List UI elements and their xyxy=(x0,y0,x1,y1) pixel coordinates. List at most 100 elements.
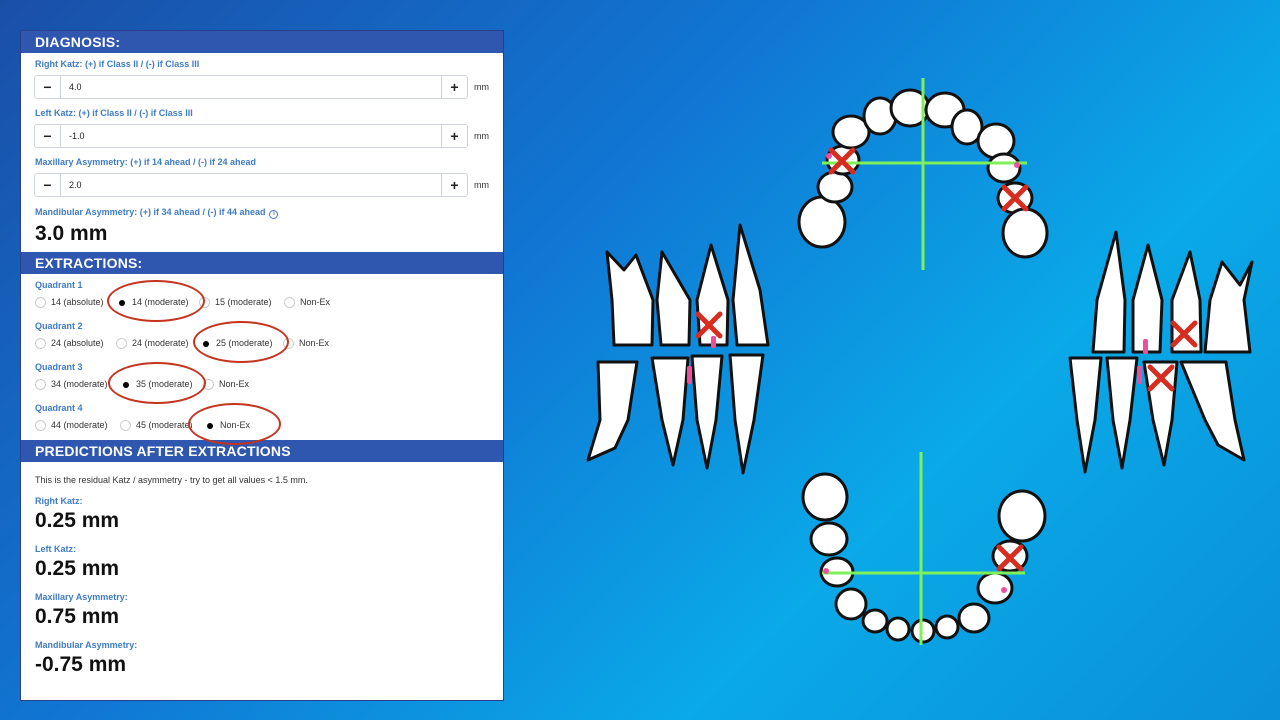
left-katz-input[interactable]: -1.0 xyxy=(69,125,85,147)
right-katz-decrement-button[interactable]: − xyxy=(35,76,61,98)
radio-label: 44 (moderate) xyxy=(51,420,108,430)
radio-label: 35 (moderate) xyxy=(136,379,193,389)
pred-mandibular-asymmetry-value: -0.75 mm xyxy=(35,653,127,676)
tooth xyxy=(605,250,655,347)
maxillary-asymmetry-increment-button[interactable]: + xyxy=(441,174,467,196)
contact-dot xyxy=(826,153,832,159)
maxillary-asymmetry-input[interactable]: 2.0 xyxy=(69,174,82,196)
tooth xyxy=(797,195,847,249)
radio-label: Non-Ex xyxy=(220,420,251,430)
radio-dot xyxy=(35,296,46,308)
info-icon[interactable]: i xyxy=(269,210,279,219)
q4-radio-45-moderate[interactable]: 45 (moderate) xyxy=(120,416,193,434)
tooth xyxy=(997,489,1047,543)
right-buccal-view xyxy=(586,223,770,475)
q2-radio-24-moderate[interactable]: 24 (moderate) xyxy=(116,334,189,352)
tooth xyxy=(1091,230,1127,354)
contact-mark xyxy=(687,366,692,384)
tooth xyxy=(655,250,692,347)
left-buccal-view xyxy=(1068,230,1254,474)
radio-dot-selected xyxy=(116,296,127,308)
radio-dot xyxy=(35,419,46,431)
radio-label: 14 (moderate) xyxy=(132,297,189,307)
radio-label: 15 (moderate) xyxy=(215,297,272,307)
radio-label: Non-Ex xyxy=(300,297,331,307)
quadrant-1-label: Quadrant 1 xyxy=(35,280,83,290)
tooth xyxy=(816,170,854,204)
radio-dot xyxy=(284,296,295,308)
diagnosis-header: DIAGNOSIS: xyxy=(21,31,503,53)
tooth xyxy=(1203,260,1254,354)
right-katz-input[interactable]: 4.0 xyxy=(69,76,82,98)
radio-dot xyxy=(116,337,127,349)
pred-right-katz-value: 0.25 mm xyxy=(35,509,120,532)
radio-dot-selected xyxy=(200,337,211,349)
right-katz-unit: mm xyxy=(474,82,489,92)
tooth xyxy=(650,356,690,467)
tooth xyxy=(1179,360,1246,462)
mandibular-asymmetry-label-text: Mandibular Asymmetry: (+) if 34 ahead / … xyxy=(35,207,266,217)
tooth xyxy=(1105,356,1139,470)
dental-arch-illustration xyxy=(586,78,1254,645)
contact-mark xyxy=(711,336,716,348)
right-katz-label: Right Katz: (+) if Class II / (-) if Cla… xyxy=(35,59,200,69)
pred-maxillary-asymmetry-value: 0.75 mm xyxy=(35,605,120,628)
tooth xyxy=(731,223,770,347)
radio-label: 34 (moderate) xyxy=(51,379,108,389)
contact-mark xyxy=(1137,366,1142,384)
contact-dot xyxy=(1014,162,1020,168)
quadrant-4-label: Quadrant 4 xyxy=(35,403,83,413)
q3-radio-35-moderate[interactable]: 35 (moderate) xyxy=(120,375,193,393)
q2-radio-25-moderate[interactable]: 25 (moderate) xyxy=(200,334,273,352)
contact-dot xyxy=(823,568,829,574)
left-katz-increment-button[interactable]: + xyxy=(441,125,467,147)
quadrant-3-options: 34 (moderate) 35 (moderate) Non-Ex xyxy=(35,362,503,404)
radio-dot-selected xyxy=(204,419,215,431)
tooth xyxy=(957,602,991,634)
tooth xyxy=(861,608,889,634)
right-katz-stepper: − 4.0 + xyxy=(34,75,468,99)
tooth xyxy=(690,354,724,470)
maxillary-asymmetry-decrement-button[interactable]: − xyxy=(35,174,61,196)
radio-label: Non-Ex xyxy=(299,338,330,348)
contact-mark xyxy=(1143,339,1148,354)
q1-radio-14-absolute[interactable]: 14 (absolute) xyxy=(35,293,104,311)
q4-radio-non-ex[interactable]: Non-Ex xyxy=(204,416,250,434)
radio-label: Non-Ex xyxy=(219,379,250,389)
q1-radio-non-ex[interactable]: Non-Ex xyxy=(284,293,330,311)
radio-label: 24 (moderate) xyxy=(132,338,189,348)
tooth xyxy=(1068,356,1103,474)
pred-maxillary-asymmetry-label: Maxillary Asymmetry: xyxy=(35,592,128,602)
radio-dot xyxy=(199,296,210,308)
radio-label: 24 (absolute) xyxy=(51,338,104,348)
predictions-note: This is the residual Katz / asymmetry - … xyxy=(35,475,308,485)
left-katz-decrement-button[interactable]: − xyxy=(35,125,61,147)
radio-label: 25 (moderate) xyxy=(216,338,273,348)
pred-left-katz-label: Left Katz: xyxy=(35,544,76,554)
quadrant-3-label: Quadrant 3 xyxy=(35,362,83,372)
tooth xyxy=(934,614,960,640)
q1-radio-14-moderate[interactable]: 14 (moderate) xyxy=(116,293,189,311)
left-katz-label: Left Katz: (+) if Class II / (-) if Clas… xyxy=(35,108,193,118)
contact-dot xyxy=(1001,587,1007,593)
tooth xyxy=(986,152,1022,184)
mandibular-asymmetry-value: 3.0 mm xyxy=(35,222,108,245)
q1-radio-15-moderate[interactable]: 15 (moderate) xyxy=(199,293,272,311)
mandibular-asymmetry-label: Mandibular Asymmetry: (+) if 34 ahead / … xyxy=(21,207,503,219)
q2-radio-non-ex[interactable]: Non-Ex xyxy=(283,334,329,352)
tooth xyxy=(586,360,639,462)
maxillary-asymmetry-row: − 2.0 + mm xyxy=(34,173,503,197)
quadrant-2-options: 24 (absolute) 24 (moderate) 25 (moderate… xyxy=(35,321,503,363)
pred-right-katz-label: Right Katz: xyxy=(35,496,83,506)
q3-radio-34-moderate[interactable]: 34 (moderate) xyxy=(35,375,108,393)
predictions-header: PREDICTIONS AFTER EXTRACTIONS xyxy=(21,440,503,462)
q2-radio-24-absolute[interactable]: 24 (absolute) xyxy=(35,334,104,352)
q3-radio-non-ex[interactable]: Non-Ex xyxy=(203,375,249,393)
radio-label: 45 (moderate) xyxy=(136,420,193,430)
radio-dot xyxy=(35,337,46,349)
pred-mandibular-asymmetry-label: Mandibular Asymmetry: xyxy=(35,640,138,650)
right-katz-increment-button[interactable]: + xyxy=(441,76,467,98)
q4-radio-44-moderate[interactable]: 44 (moderate) xyxy=(35,416,108,434)
radio-dot xyxy=(283,337,294,349)
radio-dot xyxy=(120,419,131,431)
